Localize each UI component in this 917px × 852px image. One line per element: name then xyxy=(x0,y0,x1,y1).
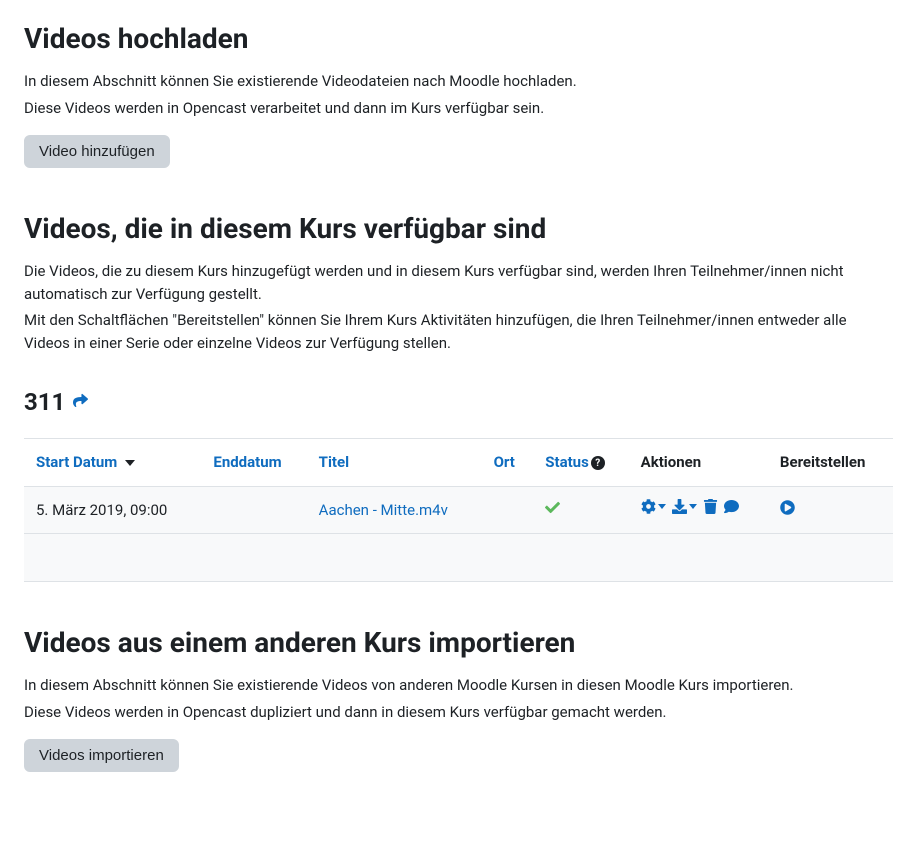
course-name: 311 xyxy=(24,384,65,420)
upload-heading: Videos hochladen xyxy=(24,18,893,60)
comment-button[interactable] xyxy=(724,499,739,514)
import-heading: Videos aus einem anderen Kurs importiere… xyxy=(24,622,893,664)
cell-actions xyxy=(629,486,768,534)
col-actions: Aktionen xyxy=(629,439,768,487)
video-title-link[interactable]: Aachen - Mitte.m4v xyxy=(319,501,448,519)
download-menu-button[interactable] xyxy=(672,499,697,514)
upload-section: Videos hochladen In diesem Abschnitt kön… xyxy=(24,18,893,168)
col-location[interactable]: Ort xyxy=(482,439,534,487)
chevron-down-icon xyxy=(689,504,697,509)
padding-cell xyxy=(24,534,893,582)
chevron-down-icon xyxy=(658,504,666,509)
import-desc-2: Diese Videos werden in Opencast duplizie… xyxy=(24,701,893,724)
col-provide: Bereitstellen xyxy=(768,439,893,487)
col-start-date-label: Start Datum xyxy=(36,453,117,471)
col-title[interactable]: Titel xyxy=(307,439,482,487)
settings-menu-button[interactable] xyxy=(641,499,666,514)
available-desc-1: Die Videos, die zu diesem Kurs hinzugefü… xyxy=(24,260,893,305)
cell-end-date xyxy=(201,486,306,534)
status-ok-icon xyxy=(545,501,560,519)
provide-play-button[interactable] xyxy=(780,500,795,515)
col-status-label: Status xyxy=(545,453,589,471)
import-videos-button[interactable]: Videos importieren xyxy=(24,739,179,772)
videos-table: Start Datum Enddatum Titel Ort Status? A… xyxy=(24,438,893,582)
cell-provide xyxy=(768,486,893,534)
cell-start-date: 5. März 2019, 09:00 xyxy=(24,486,201,534)
add-video-button[interactable]: Video hinzufügen xyxy=(24,135,170,168)
upload-desc-1: In diesem Abschnitt können Sie existiere… xyxy=(24,70,893,93)
table-row: 5. März 2019, 09:00 Aachen - Mitte.m4v xyxy=(24,486,893,534)
col-end-date[interactable]: Enddatum xyxy=(201,439,306,487)
share-icon[interactable] xyxy=(73,393,91,411)
available-heading: Videos, die in diesem Kurs verfügbar sin… xyxy=(24,208,893,250)
upload-desc-2: Diese Videos werden in Opencast verarbei… xyxy=(24,97,893,120)
table-row-padding xyxy=(24,534,893,582)
import-desc-1: In diesem Abschnitt können Sie existiere… xyxy=(24,674,893,697)
col-status[interactable]: Status? xyxy=(533,439,628,487)
cell-title: Aachen - Mitte.m4v xyxy=(307,486,482,534)
available-desc-2: Mit den Schaltflächen "Bereitstellen" kö… xyxy=(24,309,893,354)
sort-desc-icon xyxy=(125,460,135,466)
help-icon[interactable]: ? xyxy=(591,456,605,470)
col-start-date[interactable]: Start Datum xyxy=(24,439,201,487)
cell-location xyxy=(482,486,534,534)
course-header: 311 xyxy=(24,384,893,420)
cell-status xyxy=(533,486,628,534)
available-section: Videos, die in diesem Kurs verfügbar sin… xyxy=(24,208,893,582)
delete-button[interactable] xyxy=(703,499,718,514)
import-section: Videos aus einem anderen Kurs importiere… xyxy=(24,622,893,772)
